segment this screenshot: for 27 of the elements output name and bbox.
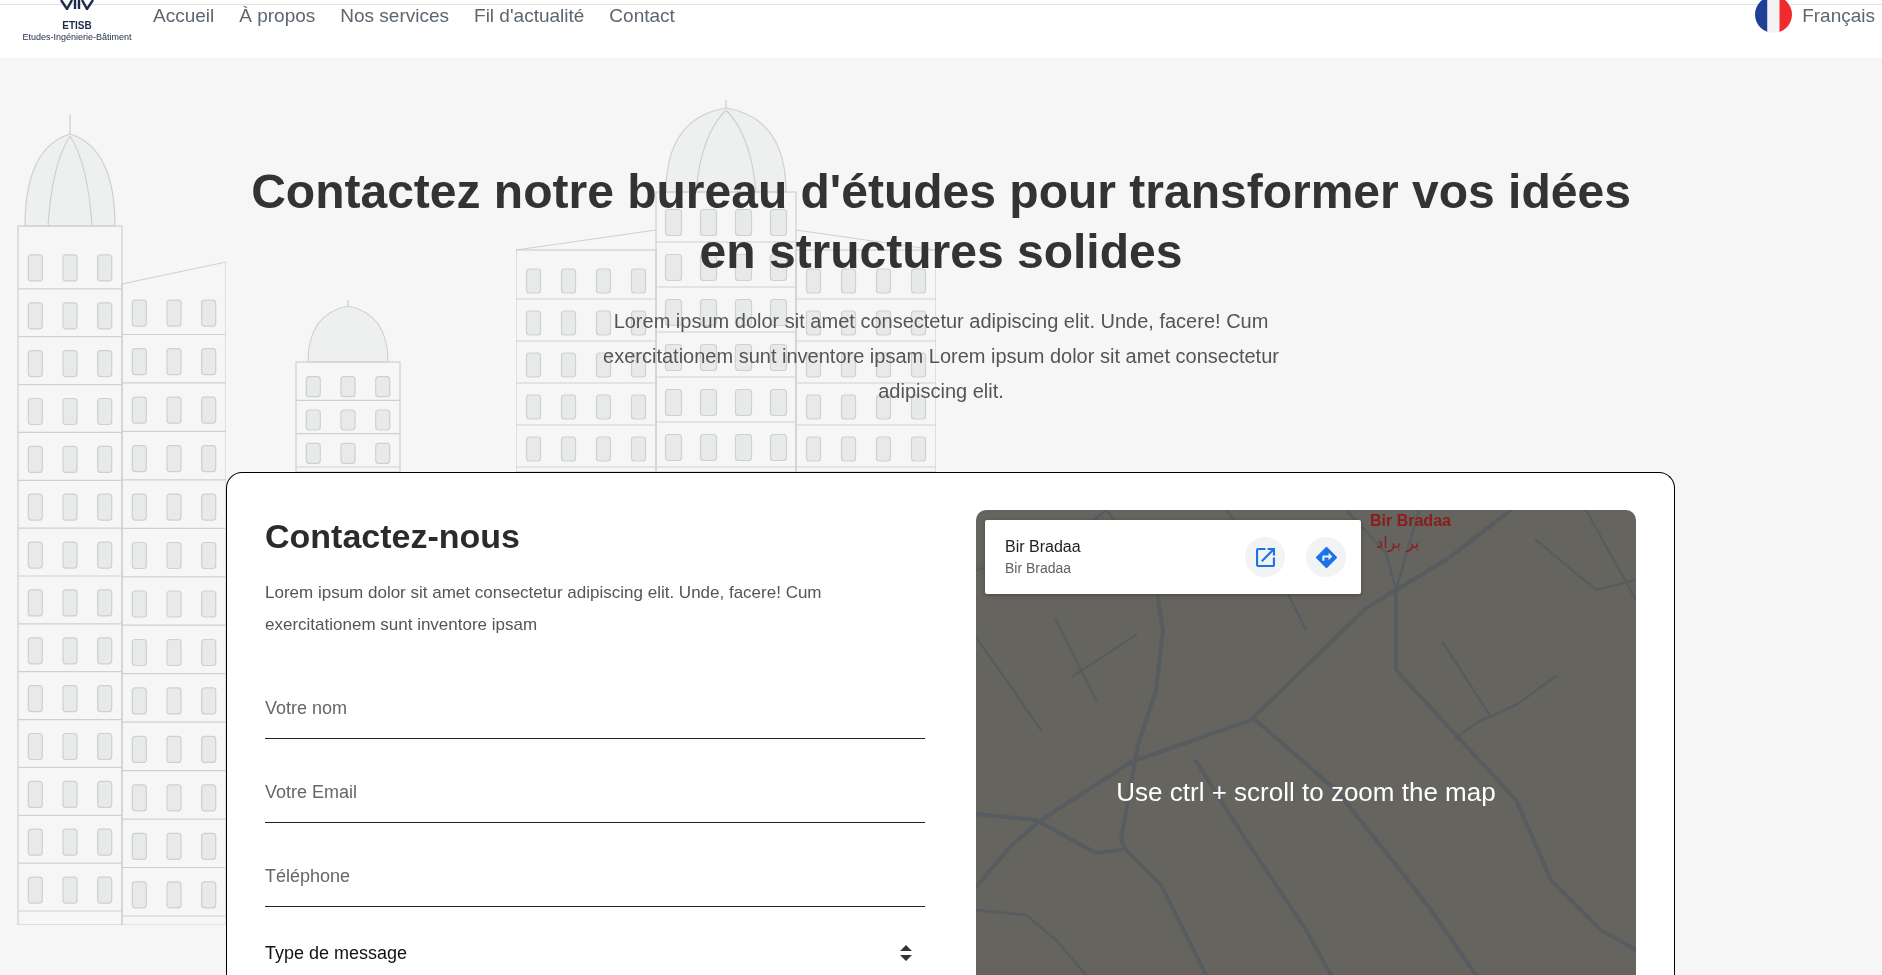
place-title: Bir Bradaa <box>1005 537 1081 557</box>
logo-tagline: Etudes-Ingénierie-Bâtiment <box>22 32 132 43</box>
logo-text: ETISB <box>62 21 92 31</box>
hero-title: Contactez notre bureau d'études pour transformer vos idées en structures solides <box>250 164 1632 280</box>
nav-link[interactable]: Fil d'actualité <box>474 4 585 28</box>
map-label: بر براد <box>1376 533 1420 553</box>
language-selector[interactable]: Français <box>1802 4 1875 28</box>
directions-icon <box>1315 546 1337 568</box>
directions-button[interactable] <box>1306 537 1346 577</box>
nav-link[interactable]: Nos services <box>340 4 450 28</box>
hero-subtitle: Lorem ipsum dolor sit amet consectetur adipiscing elit. Unde, facere! Cum exercitationem sunt inventore ipsam Lorem ipsum dolor sit amet consectetur adipiscing elit. <box>602 309 1280 404</box>
text-field[interactable]: Votre Email <box>265 763 925 823</box>
text-field[interactable]: Téléphone <box>265 847 925 907</box>
external-link-icon <box>1255 547 1275 567</box>
text-field[interactable]: Votre nom <box>265 679 925 739</box>
map-label: Bir Bradaa <box>1370 512 1451 530</box>
contact-text: Lorem ipsum dolor sit amet consectetur adipiscing elit. Unde, facere! Cum exercitationem sunt inventore ipsam <box>265 582 823 636</box>
place-subtitle: Bir Bradaa <box>1005 559 1073 577</box>
nav-link[interactable]: À propos <box>239 4 316 28</box>
map-zoom-hint: Use ctrl + scroll to zoom the map <box>1116 776 1496 809</box>
logo-icon <box>59 0 95 10</box>
message-type-select[interactable]: Type de message <box>265 931 925 975</box>
nav-link[interactable]: Accueil <box>153 4 215 28</box>
open-map-button[interactable] <box>1245 537 1285 577</box>
contact-title: Contactez-nous <box>265 516 521 557</box>
nav-link[interactable]: Contact <box>609 4 675 28</box>
sort-arrows-icon <box>900 945 912 961</box>
